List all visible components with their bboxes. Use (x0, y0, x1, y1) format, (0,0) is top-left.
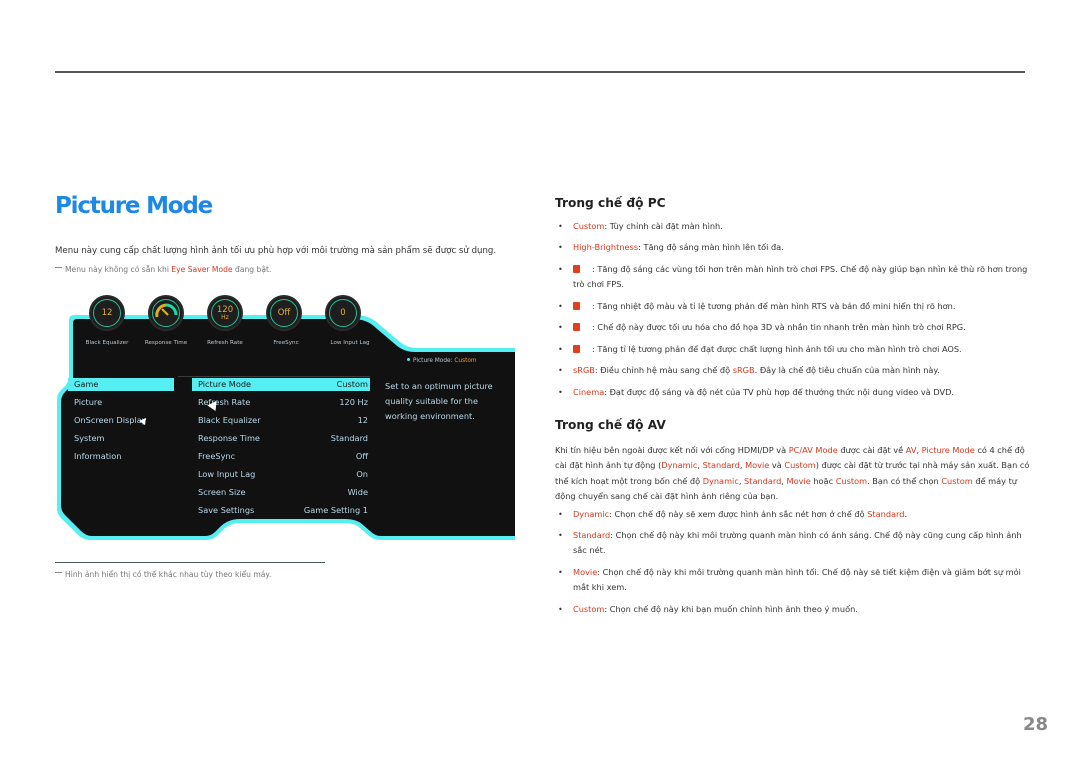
pc-item-aos: •: Tăng tỉ lệ tương phản để đạt được chấ… (558, 344, 962, 354)
eye-saver-mode-link: Eye Saver Mode (171, 265, 233, 274)
option-screen-size[interactable]: Screen Size Wide (192, 486, 370, 499)
note-dash-icon (55, 267, 62, 268)
category-game[interactable]: Game (68, 378, 174, 391)
aos-icon (573, 345, 580, 353)
av-item-custom: • Custom: Chọn chế độ này khi bạn muốn ch… (558, 604, 858, 614)
freesync-dial: Off (266, 295, 302, 331)
picture-mode-status: Picture Mode: Custom (407, 358, 477, 364)
page-number: 28 (1023, 714, 1049, 735)
category-picture[interactable]: Picture (68, 396, 174, 409)
pc-item-rpg: •: Chế độ này được tối ưu hóa cho đồ họa… (558, 322, 966, 332)
dial-label-refresh-rate: Refresh Rate (207, 340, 243, 346)
option-picture-mode[interactable]: Picture Mode Custom (192, 378, 370, 391)
rpg-icon (573, 323, 580, 331)
option-response-time[interactable]: Response Time Standard (192, 432, 370, 445)
pc-item-high-brightness: • High-Brightness: Tăng độ sáng màn hình … (558, 242, 784, 252)
av-item-dynamic: • Dynamic: Chọn chế độ này sẽ xem được hì… (558, 509, 908, 519)
pc-item-rts: •: Tăng nhiệt độ màu và tỉ lệ tương phản… (558, 301, 956, 311)
option-save-settings[interactable]: Save Settings Game Setting 1 (192, 504, 370, 517)
menu-divider (178, 376, 370, 377)
status-dot-icon (407, 358, 410, 361)
figure-rule (55, 562, 325, 563)
fps-icon (573, 265, 580, 273)
option-low-input-lag[interactable]: Low Input Lag On (192, 468, 370, 481)
eye-saver-note: Menu này không có sẵn khi Eye Saver Mode… (55, 265, 271, 274)
av-mode-paragraph: Khi tín hiệu bên ngoài được kết nối với … (555, 445, 1030, 501)
page-title: Picture Mode (55, 193, 213, 219)
top-rule (55, 71, 1025, 73)
dial-label-freesync: FreeSync (273, 340, 299, 346)
response-time-dial (148, 295, 184, 331)
pc-item-fps: •: Tăng độ sáng các vùng tối hơn trên mà… (558, 264, 1028, 289)
black-equalizer-dial: 12 (89, 295, 125, 331)
intro-text: Menu này cung cấp chất lượng hình ảnh tố… (55, 246, 497, 256)
category-onscreen-display[interactable]: OnScreen Display (68, 414, 174, 427)
option-description: Set to an optimum picture quality suitab… (385, 381, 493, 421)
pc-item-custom: • Custom: Tùy chỉnh cài đặt màn hình. (558, 221, 723, 231)
category-information[interactable]: Information (68, 450, 174, 463)
figure-note: Hình ảnh hiển thị có thể khác nhau tùy t… (55, 570, 271, 579)
option-black-equalizer[interactable]: Black Equalizer 12 (192, 414, 370, 427)
option-freesync[interactable]: FreeSync Off (192, 450, 370, 463)
av-item-standard: • Standard: Chọn chế độ này khi môi trườn… (558, 530, 1022, 555)
category-system[interactable]: System (68, 432, 174, 445)
av-item-movie: • Movie: Chọn chế độ này khi môi trường q… (558, 567, 1021, 592)
refresh-rate-dial: 120 Hz (207, 295, 243, 331)
low-input-lag-dial: 0 (325, 295, 361, 331)
osd-menu-screenshot: 12 120 Hz Off 0 Black Equalizer Response… (55, 290, 515, 545)
pc-item-srgb: • sRGB: Điều chỉnh hệ màu sang chế độ sRG… (558, 365, 940, 375)
pc-mode-heading: Trong chế độ PC (555, 196, 666, 210)
response-time-gauge-icon (155, 303, 178, 318)
dial-label-low-input-lag: Low Input Lag (330, 340, 370, 346)
low-input-lag-icon: 0 (340, 307, 346, 318)
note-dash-icon (55, 572, 62, 573)
pc-item-cinema: • Cinema: Đạt được độ sáng và độ nét của … (558, 387, 955, 397)
rts-icon (573, 302, 580, 310)
av-mode-heading: Trong chế độ AV (555, 418, 666, 432)
